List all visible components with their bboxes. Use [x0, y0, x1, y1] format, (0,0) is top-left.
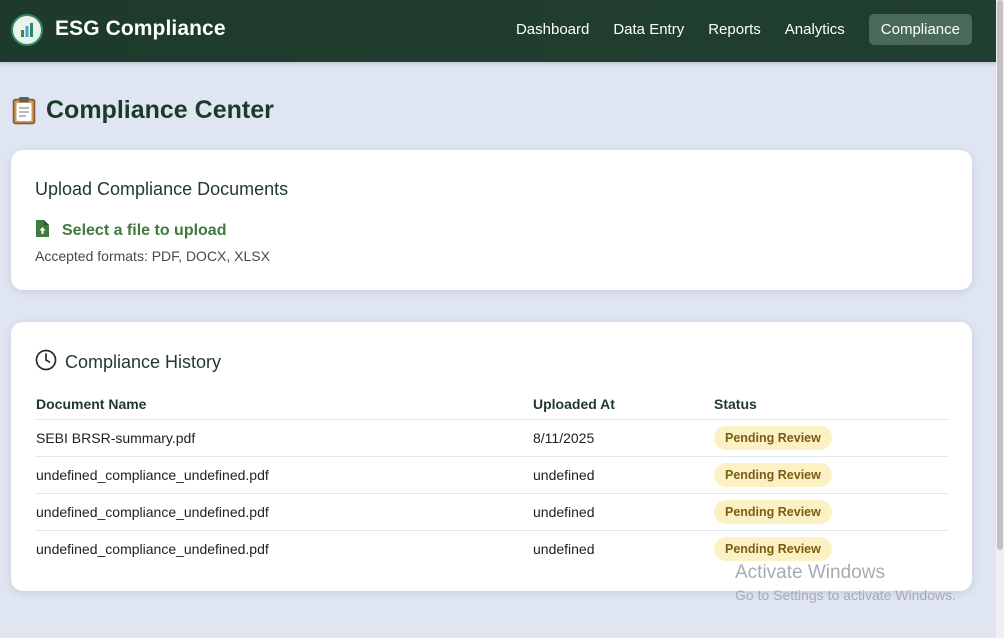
- history-card-title: Compliance History: [65, 352, 222, 372]
- clock-icon: [35, 349, 57, 376]
- upload-card: Upload Compliance Documents Select a fil…: [11, 150, 972, 290]
- table-row[interactable]: undefined_compliance_undefined.pdf undef…: [35, 493, 948, 531]
- history-header: Compliance History: [35, 349, 221, 376]
- status-badge: Pending Review: [714, 500, 832, 524]
- uploaded-at: undefined: [532, 493, 713, 531]
- status-badge: Pending Review: [714, 463, 832, 487]
- status-badge: Pending Review: [714, 426, 832, 450]
- watermark-line2: Go to Settings to activate Windows.: [735, 587, 956, 603]
- upload-card-title: Upload Compliance Documents: [35, 179, 289, 199]
- nav-data-entry[interactable]: Data Entry: [601, 14, 696, 45]
- brand-title[interactable]: ESG Compliance: [55, 17, 226, 41]
- table-header-row: Document Name Uploaded At Status: [35, 388, 948, 420]
- page-title-text: Compliance Center: [46, 96, 274, 124]
- watermark-line1: Activate Windows: [735, 562, 885, 583]
- nav-dashboard[interactable]: Dashboard: [504, 14, 601, 45]
- uploaded-at: undefined: [532, 456, 713, 494]
- nav-compliance[interactable]: Compliance: [868, 14, 972, 45]
- document-name: undefined_compliance_undefined.pdf: [36, 541, 269, 557]
- history-table: Document Name Uploaded At Status SEBI BR…: [35, 388, 948, 567]
- col-status: Status: [713, 388, 948, 420]
- activate-windows-watermark: Activate Windows Go to Settings to activ…: [735, 562, 956, 603]
- page-title: Compliance Center: [12, 96, 274, 125]
- uploaded-at: 8/11/2025: [532, 419, 713, 457]
- main-nav: Dashboard Data Entry Reports Analytics C…: [504, 14, 972, 45]
- accepted-formats-note: Accepted formats: PDF, DOCX, XLSX: [35, 248, 270, 264]
- select-file-button[interactable]: Select a file to upload: [35, 220, 226, 242]
- history-card: Compliance History Document Name Uploade…: [11, 322, 972, 591]
- top-navbar: ESG Compliance Dashboard Data Entry Repo…: [0, 0, 996, 62]
- document-name: SEBI BRSR-summary.pdf: [35, 419, 532, 457]
- nav-analytics[interactable]: Analytics: [773, 14, 857, 45]
- file-upload-icon: [35, 220, 49, 242]
- page-scrollbar[interactable]: [996, 0, 1004, 638]
- select-file-label[interactable]: Select a file to upload: [62, 222, 226, 240]
- uploaded-at: undefined: [533, 541, 595, 557]
- clipboard-icon: [12, 96, 36, 125]
- table-row[interactable]: SEBI BRSR-summary.pdf 8/11/2025 Pending …: [35, 419, 948, 457]
- document-name: undefined_compliance_undefined.pdf: [35, 493, 532, 531]
- status-badge: Pending Review: [714, 537, 832, 561]
- col-uploaded-at: Uploaded At: [532, 388, 713, 420]
- nav-reports[interactable]: Reports: [696, 14, 773, 45]
- document-name: undefined_compliance_undefined.pdf: [35, 456, 532, 494]
- scrollbar-thumb[interactable]: [997, 0, 1003, 550]
- esg-leaf-chart-icon[interactable]: [11, 14, 43, 46]
- table-row[interactable]: undefined_compliance_undefined.pdf undef…: [35, 456, 948, 494]
- col-document-name: Document Name: [35, 388, 532, 420]
